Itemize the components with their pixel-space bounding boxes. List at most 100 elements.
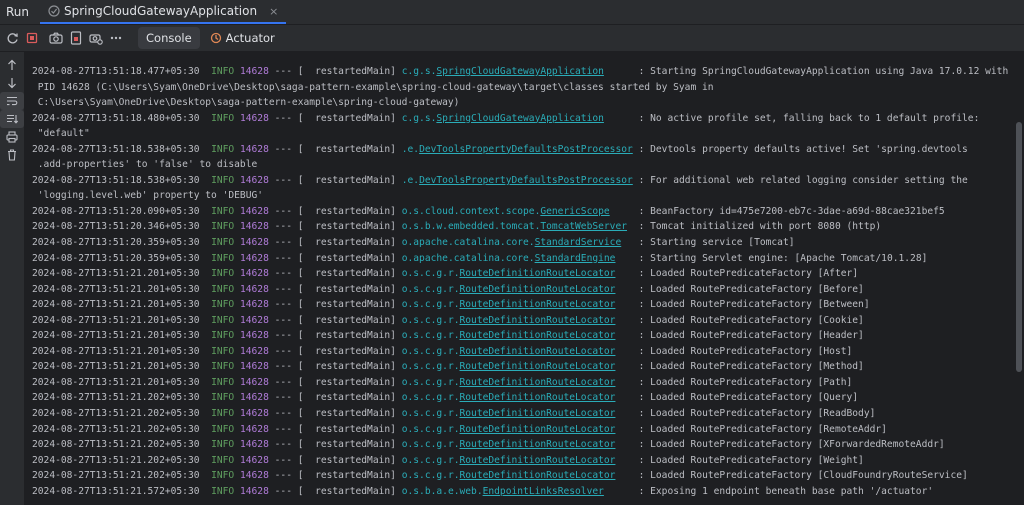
log-level: INFO bbox=[211, 143, 235, 155]
close-tab-icon[interactable]: × bbox=[269, 5, 278, 18]
log-level: INFO bbox=[211, 237, 235, 249]
log-level: INFO bbox=[211, 112, 235, 124]
log-separator: --- bbox=[274, 439, 292, 451]
log-line: 2024-08-27T13:51:18.477+05:30 INFO 14628… bbox=[32, 64, 1008, 80]
log-level: INFO bbox=[211, 345, 235, 357]
log-pid: 14628 bbox=[239, 361, 269, 373]
log-message: : Loaded RoutePredicateFactory [ReadBody… bbox=[638, 408, 876, 420]
rerun-icon[interactable] bbox=[4, 30, 20, 46]
log-logger-link[interactable]: RouteDefinitionRouteLocator bbox=[460, 284, 616, 295]
log-level: INFO bbox=[211, 299, 235, 311]
log-logger-link[interactable]: TomcatWebServer bbox=[540, 221, 627, 232]
log-logger-prefix: o.s.c.g.r. bbox=[401, 439, 460, 451]
log-message: : Loaded RoutePredicateFactory [Weight] bbox=[638, 454, 864, 466]
log-continuation: C:\Users\Syam\OneDrive\Desktop\saga-patt… bbox=[32, 97, 460, 109]
camera-settings-icon[interactable] bbox=[88, 30, 104, 46]
log-logger-prefix: o.s.c.g.r. bbox=[401, 299, 460, 311]
console-output[interactable]: 2024-08-27T13:51:18.477+05:30 INFO 14628… bbox=[24, 52, 1024, 505]
log-logger-link[interactable]: DevToolsPropertyDefaultsPostProcessor bbox=[419, 175, 633, 186]
log-logger-prefix: o.s.b.w.embedded.tomcat. bbox=[401, 221, 541, 233]
soft-wrap-icon[interactable] bbox=[0, 92, 24, 110]
log-timestamp: 2024-08-27T13:51:21.201+05:30 bbox=[32, 283, 200, 295]
log-level: INFO bbox=[211, 205, 235, 217]
log-line: 2024-08-27T13:51:18.480+05:30 INFO 14628… bbox=[32, 111, 1004, 127]
clear-all-icon[interactable] bbox=[0, 146, 24, 164]
log-logger-link[interactable]: RouteDefinitionRouteLocator bbox=[460, 408, 616, 419]
log-timestamp: 2024-08-27T13:51:18.477+05:30 bbox=[32, 66, 200, 77]
log-message: : For additional web related logging con… bbox=[638, 174, 968, 186]
log-logger-link[interactable]: GenericScope bbox=[540, 206, 609, 217]
camera-icon[interactable] bbox=[48, 30, 64, 46]
log-thread: [ restartedMain] bbox=[297, 408, 396, 420]
scroll-to-end-icon[interactable] bbox=[0, 110, 24, 128]
log-line: 2024-08-27T13:51:21.201+05:30 INFO 14628… bbox=[32, 313, 1004, 329]
log-line: 2024-08-27T13:51:21.201+05:30 INFO 14628… bbox=[32, 359, 1004, 375]
log-logger-link[interactable]: RouteDefinitionRouteLocator bbox=[460, 439, 616, 450]
spring-boot-icon bbox=[48, 5, 60, 17]
log-logger-link[interactable]: RouteDefinitionRouteLocator bbox=[460, 299, 616, 310]
dump-threads-icon[interactable] bbox=[68, 30, 84, 46]
scroll-down-icon[interactable] bbox=[0, 74, 24, 92]
log-timestamp: 2024-08-27T13:51:21.201+05:30 bbox=[32, 299, 200, 311]
log-timestamp: 2024-08-27T13:51:21.201+05:30 bbox=[32, 361, 200, 373]
stop-icon[interactable] bbox=[24, 30, 40, 46]
log-output: 2024-08-27T13:51:18.477+05:30 INFO 14628… bbox=[32, 64, 1008, 499]
scroll-up-icon[interactable] bbox=[0, 56, 24, 74]
log-thread: [ restartedMain] bbox=[297, 392, 396, 404]
log-logger-link[interactable]: DevToolsPropertyDefaultsPostProcessor bbox=[419, 144, 633, 155]
log-logger-link[interactable]: StandardService bbox=[535, 237, 622, 248]
log-pid: 14628 bbox=[239, 330, 269, 342]
log-logger-link[interactable]: SpringCloudGatewayApplication bbox=[436, 66, 604, 77]
log-message: : Loaded RoutePredicateFactory [Query] bbox=[638, 392, 859, 404]
print-icon[interactable] bbox=[0, 128, 24, 146]
log-logger-link[interactable]: RouteDefinitionRouteLocator bbox=[460, 377, 616, 388]
log-timestamp: 2024-08-27T13:51:18.480+05:30 bbox=[32, 112, 200, 124]
log-message: : Tomcat initialized with port 8080 (htt… bbox=[638, 221, 882, 233]
log-logger-link[interactable]: RouteDefinitionRouteLocator bbox=[460, 315, 616, 326]
log-logger-link[interactable]: RouteDefinitionRouteLocator bbox=[460, 470, 616, 481]
tab-console[interactable]: Console bbox=[138, 27, 200, 49]
log-pid: 14628 bbox=[239, 237, 269, 249]
log-level: INFO bbox=[211, 408, 235, 420]
log-timestamp: 2024-08-27T13:51:21.201+05:30 bbox=[32, 268, 200, 280]
log-separator: --- bbox=[274, 174, 292, 186]
log-logger-link[interactable]: SpringCloudGatewayApplication bbox=[436, 113, 604, 124]
log-timestamp: 2024-08-27T13:51:21.202+05:30 bbox=[32, 439, 200, 451]
log-line: 2024-08-27T13:51:21.201+05:30 INFO 14628… bbox=[32, 297, 1004, 313]
log-logger-link[interactable]: RouteDefinitionRouteLocator bbox=[460, 361, 616, 372]
log-logger-prefix: o.s.c.g.r. bbox=[401, 408, 460, 420]
log-logger-link[interactable]: RouteDefinitionRouteLocator bbox=[460, 424, 616, 435]
log-thread: [ restartedMain] bbox=[297, 174, 396, 186]
log-line: 2024-08-27T13:51:21.201+05:30 INFO 14628… bbox=[32, 282, 1004, 298]
run-config-tab[interactable]: SpringCloudGatewayApplication × bbox=[40, 0, 287, 24]
log-logger-link[interactable]: RouteDefinitionRouteLocator bbox=[460, 392, 616, 403]
vertical-scrollbar[interactable] bbox=[1016, 122, 1022, 372]
log-message: : Loaded RoutePredicateFactory [Cookie] bbox=[638, 314, 864, 326]
log-logger-link[interactable]: RouteDefinitionRouteLocator bbox=[460, 330, 616, 341]
more-options-icon[interactable] bbox=[108, 30, 124, 46]
log-line: 2024-08-27T13:51:21.201+05:30 INFO 14628… bbox=[32, 375, 1004, 391]
log-logger-prefix: o.s.c.g.r. bbox=[401, 423, 460, 435]
log-pid: 14628 bbox=[239, 268, 269, 280]
log-logger-prefix: o.s.c.g.r. bbox=[401, 361, 460, 373]
log-logger-link[interactable]: EndpointLinksResolver bbox=[483, 486, 604, 497]
log-logger-link[interactable]: StandardEngine bbox=[535, 253, 616, 264]
log-logger-prefix: .e. bbox=[401, 143, 420, 155]
log-message: : Starting service [Tomcat] bbox=[638, 237, 795, 249]
run-toolbar: Console Actuator bbox=[0, 25, 1024, 51]
log-logger-link[interactable]: RouteDefinitionRouteLocator bbox=[460, 268, 616, 279]
run-tool-window-header: Run SpringCloudGatewayApplication × bbox=[0, 0, 1024, 25]
log-timestamp: 2024-08-27T13:51:21.202+05:30 bbox=[32, 408, 200, 420]
log-logger-prefix: o.apache.catalina.core. bbox=[401, 252, 535, 264]
log-logger-link[interactable]: RouteDefinitionRouteLocator bbox=[460, 346, 616, 357]
log-separator: --- bbox=[274, 345, 292, 357]
log-line: 2024-08-27T13:51:21.202+05:30 INFO 14628… bbox=[32, 390, 1004, 406]
tab-actuator-label: Actuator bbox=[225, 31, 275, 45]
log-logger-link[interactable]: RouteDefinitionRouteLocator bbox=[460, 455, 616, 466]
log-separator: --- bbox=[274, 143, 292, 155]
log-logger-prefix: o.s.c.g.r. bbox=[401, 392, 460, 404]
tab-actuator[interactable]: Actuator bbox=[202, 27, 283, 49]
log-timestamp: 2024-08-27T13:51:20.359+05:30 bbox=[32, 252, 200, 264]
log-pid: 14628 bbox=[239, 299, 269, 311]
log-pid: 14628 bbox=[239, 408, 269, 420]
